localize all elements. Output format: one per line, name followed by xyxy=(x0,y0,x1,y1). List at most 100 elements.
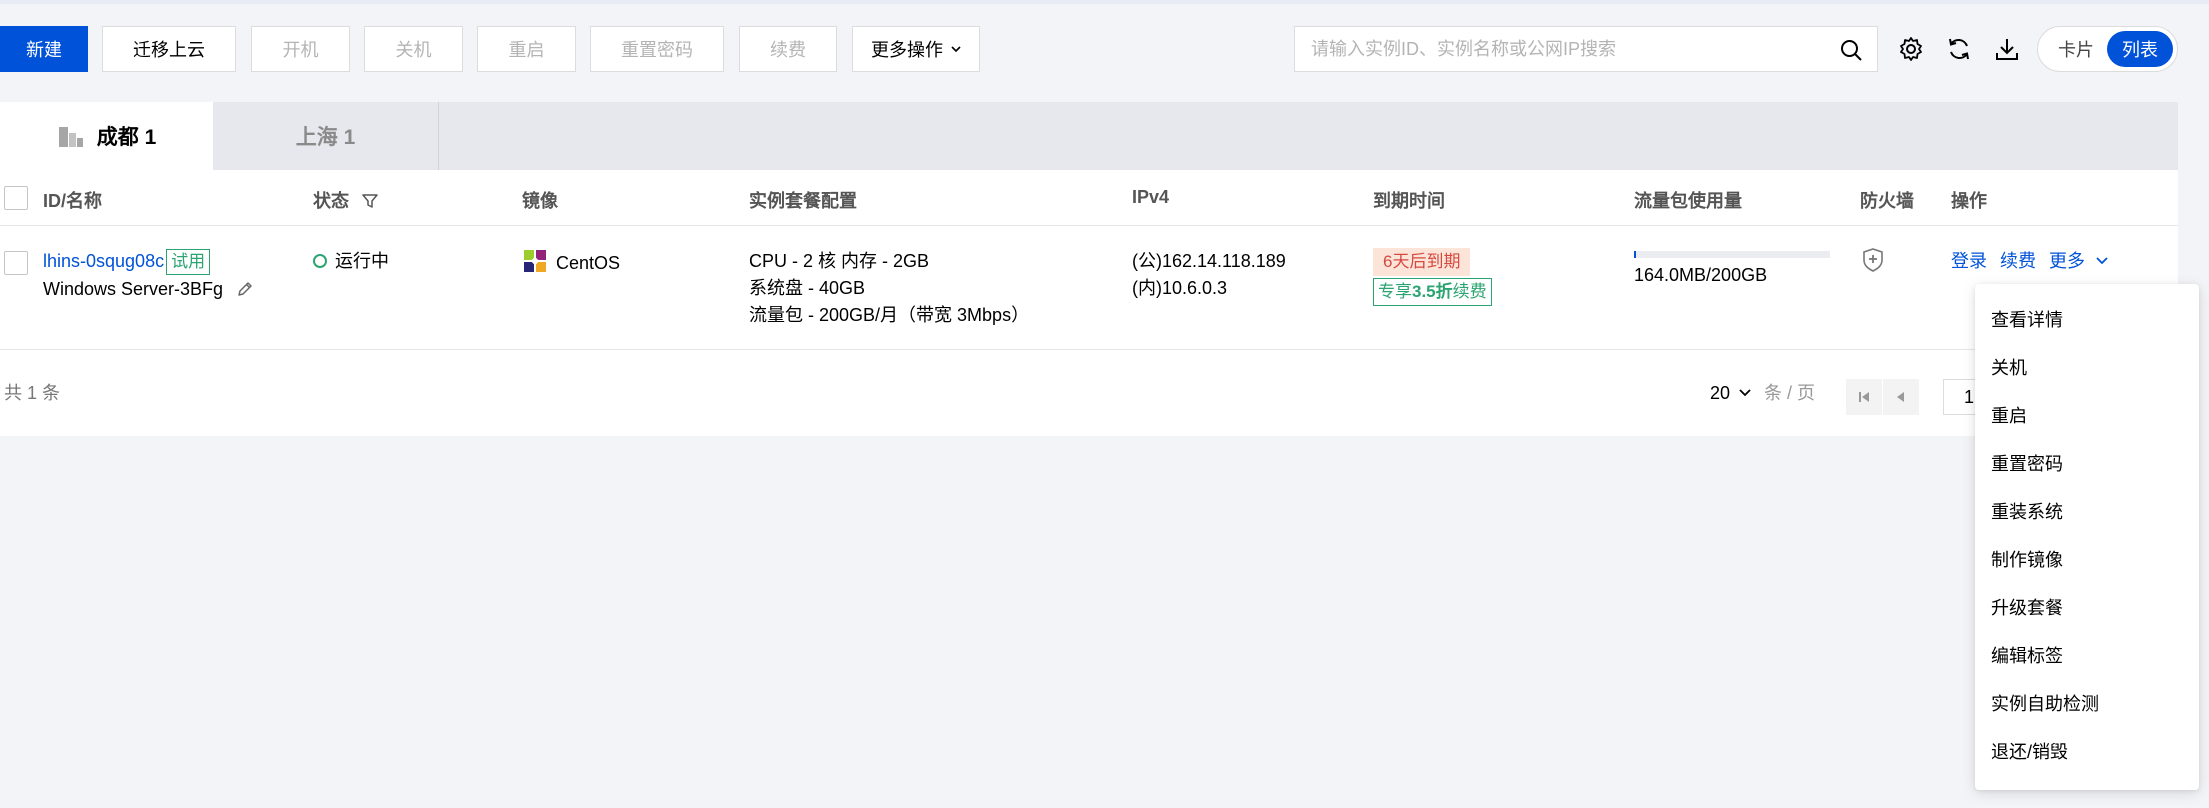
edit-icon[interactable] xyxy=(236,280,254,298)
header-ipv4: IPv4 xyxy=(1132,187,1170,207)
row-checkbox[interactable] xyxy=(4,251,28,275)
tab-shanghai-1[interactable]: 上海 1 xyxy=(213,102,438,170)
public-ip: (公)162.14.118.189 xyxy=(1132,251,1286,271)
top-accent-line xyxy=(0,0,2209,4)
card-view-button[interactable]: 卡片 xyxy=(2043,31,2109,67)
start-button[interactable]: 开机 xyxy=(251,26,350,72)
menu-item-shutdown[interactable]: 关机 xyxy=(1975,343,2199,391)
search-input[interactable] xyxy=(1295,27,1825,71)
instance-id-cell: lhins-0squg08c 试用 xyxy=(43,248,211,275)
tab-chengdu-1[interactable]: 成都 1 xyxy=(0,102,213,170)
page-size-value: 20 xyxy=(1710,383,1731,403)
menu-item-reset-password[interactable]: 重置密码 xyxy=(1975,439,2199,487)
image-cell: CentOS xyxy=(522,248,620,277)
shutdown-button[interactable]: 关机 xyxy=(364,26,463,72)
config-disk: 系统盘 - 40GB xyxy=(749,278,866,298)
restart-button[interactable]: 重启 xyxy=(477,26,576,72)
running-status-icon xyxy=(313,254,327,268)
first-page-icon xyxy=(1859,392,1869,402)
prev-page-icon xyxy=(1897,392,1904,402)
header-firewall: 防火墙 xyxy=(1860,191,1914,211)
page-size-select[interactable]: 20 xyxy=(1710,380,1751,407)
trial-badge: 试用 xyxy=(166,249,211,275)
table-row: lhins-0squg08c 试用 Windows Server-3BFg 运行中… xyxy=(0,226,2178,350)
header-status-label: 状态 xyxy=(313,191,349,211)
menu-item-edit-tags[interactable]: 编辑标签 xyxy=(1975,631,2199,679)
header-actions: 操作 xyxy=(1951,191,1987,211)
discount-suffix: 续费 xyxy=(1452,282,1487,301)
config-traffic-package: 流量包 - 200GB/月（带宽 3Mbps） xyxy=(749,305,1030,325)
more-label: 更多 xyxy=(2049,251,2086,271)
gear-icon[interactable] xyxy=(1898,36,1924,62)
header-status: 状态 xyxy=(313,187,378,213)
renew-button[interactable]: 续费 xyxy=(739,26,837,72)
instance-name-cell: Windows Server-3BFg xyxy=(43,276,254,303)
filter-icon[interactable] xyxy=(362,193,378,209)
discount-prefix: 专享 xyxy=(1378,282,1412,301)
new-button[interactable]: 新建 xyxy=(0,26,88,72)
search-box xyxy=(1294,26,1878,72)
private-ip: (内)10.6.0.3 xyxy=(1132,278,1228,298)
instance-name: Windows Server-3BFg xyxy=(43,279,224,299)
refresh-icon[interactable] xyxy=(1946,36,1972,62)
reset-password-button[interactable]: 重置密码 xyxy=(590,26,724,72)
status-cell: 运行中 xyxy=(313,248,389,275)
menu-item-restart[interactable]: 重启 xyxy=(1975,391,2199,439)
login-link[interactable]: 登录 xyxy=(1951,251,1987,271)
more-actions-label: 更多操作 xyxy=(871,40,943,60)
actions-cell: 登录 续费 更多 xyxy=(1951,248,2108,275)
more-actions-dropdown[interactable]: 更多操作 xyxy=(852,26,980,72)
region-tabs: 成都 1 上海 1 xyxy=(0,102,2178,170)
more-dropdown-link[interactable]: 更多 xyxy=(2049,251,2108,271)
renew-link[interactable]: 续费 xyxy=(2000,251,2036,271)
traffic-progress-fill xyxy=(1634,251,1636,258)
first-page-button[interactable] xyxy=(1846,379,1882,415)
select-all-checkbox[interactable] xyxy=(4,186,28,210)
chevron-down-icon xyxy=(1739,389,1751,397)
migrate-button[interactable]: 迁移上云 xyxy=(102,26,236,72)
search-icon[interactable] xyxy=(1839,38,1863,62)
per-page-label: 条 / 页 xyxy=(1764,383,1816,403)
menu-item-return-destroy[interactable]: 退还/销毁 xyxy=(1975,727,2199,775)
shield-icon[interactable] xyxy=(1862,248,1884,272)
pagination: 共 1 条 20 条 / 页 1 xyxy=(0,350,2178,436)
tab-divider xyxy=(438,102,439,170)
traffic-progress-bar xyxy=(1634,251,1830,258)
expire-badge: 6天后到期 xyxy=(1373,248,1471,276)
chevron-down-icon xyxy=(951,46,961,53)
instance-table: ID/名称 状态 镜像 实例套餐配置 IPv4 到期时间 流量包使用量 防火墙 … xyxy=(0,170,2178,436)
traffic-usage-text: 164.0MB/200GB xyxy=(1634,265,1768,285)
total-count: 共 1 条 xyxy=(4,383,61,403)
menu-item-view-details[interactable]: 查看详情 xyxy=(1975,295,2199,343)
list-view-button[interactable]: 列表 xyxy=(2107,31,2173,67)
prev-page-button[interactable] xyxy=(1883,379,1919,415)
traffic-cell: 164.0MB/200GB xyxy=(1634,248,1834,308)
header-expire: 到期时间 xyxy=(1373,191,1445,211)
config-cell: CPU - 2 核 内存 - 2GB 系统盘 - 40GB 流量包 - 200G… xyxy=(749,248,1029,329)
image-name: CentOS xyxy=(556,253,621,273)
instance-id-link[interactable]: lhins-0squg08c xyxy=(43,251,164,271)
centos-logo-icon xyxy=(524,250,546,272)
status-text: 运行中 xyxy=(335,251,389,271)
discount-value: 3.5折 xyxy=(1412,282,1453,301)
tab-label: 成都 1 xyxy=(96,126,157,149)
header-traffic: 流量包使用量 xyxy=(1634,191,1742,211)
expire-cell: 6天后到期 专享3.5折续费 xyxy=(1373,248,1492,306)
header-image: 镜像 xyxy=(522,191,558,211)
more-actions-menu: 查看详情 关机 重启 重置密码 重装系统 制作镜像 升级套餐 编辑标签 实例自助… xyxy=(1975,284,2199,790)
renew-discount-badge[interactable]: 专享3.5折续费 xyxy=(1373,278,1492,306)
table-header: ID/名称 状态 镜像 实例套餐配置 IPv4 到期时间 流量包使用量 防火墙 … xyxy=(0,170,2178,226)
download-icon[interactable] xyxy=(1994,36,2020,62)
view-toggle: 卡片 列表 xyxy=(2037,26,2178,72)
menu-item-create-image[interactable]: 制作镜像 xyxy=(1975,535,2199,583)
chevron-down-icon xyxy=(2096,257,2108,265)
tab-label: 上海 1 xyxy=(295,126,356,149)
config-cpu-memory: CPU - 2 核 内存 - 2GB xyxy=(749,251,930,271)
ipv4-cell: (公)162.14.118.189 (内)10.6.0.3 xyxy=(1132,248,1286,302)
menu-item-reinstall-system[interactable]: 重装系统 xyxy=(1975,487,2199,535)
page-number: 1 xyxy=(1964,386,1975,407)
menu-item-upgrade-package[interactable]: 升级套餐 xyxy=(1975,583,2199,631)
menu-item-self-check[interactable]: 实例自助检测 xyxy=(1975,679,2199,727)
header-id-name: ID/名称 xyxy=(43,191,103,211)
building-icon xyxy=(58,127,83,147)
